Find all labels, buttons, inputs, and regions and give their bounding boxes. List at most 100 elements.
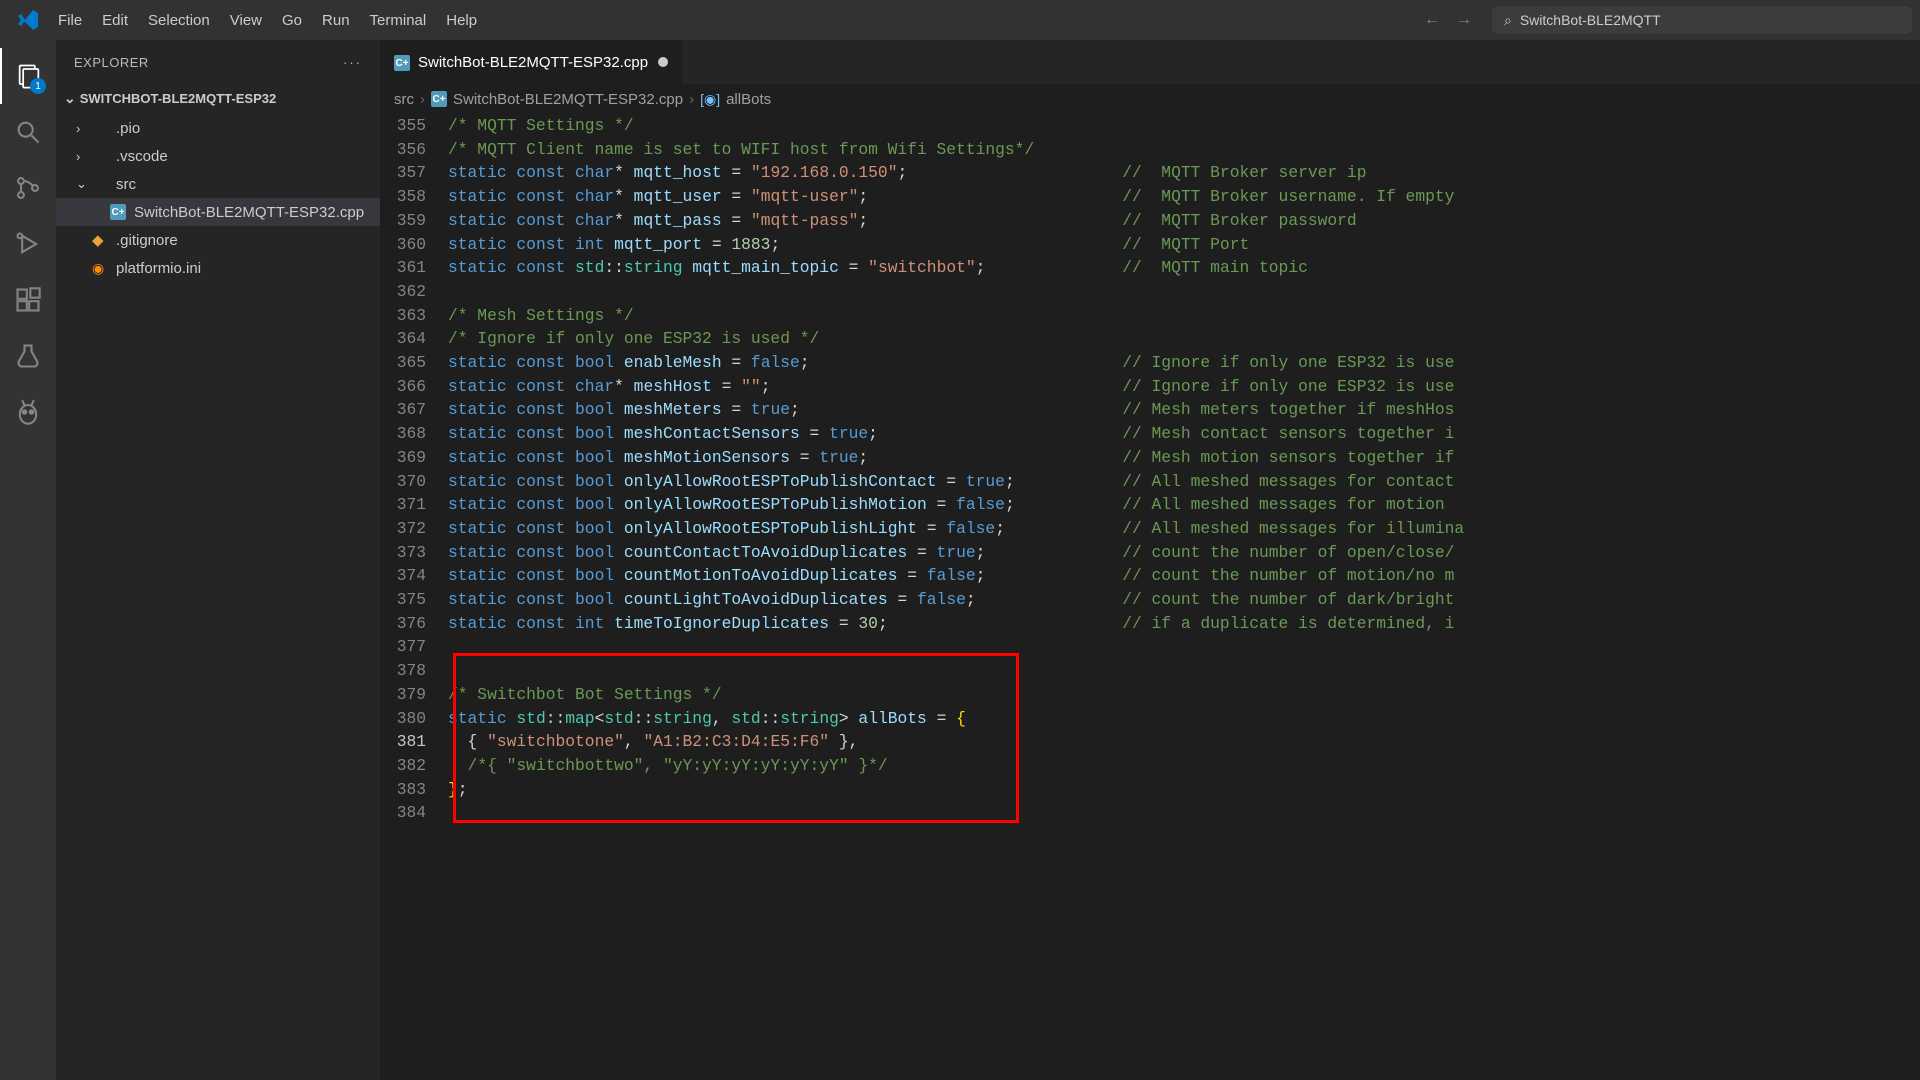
code-line: 360static const int mqtt_port = 1883; //… [380, 233, 1920, 257]
tree-label: .vscode [116, 148, 168, 165]
line-content [448, 801, 1920, 825]
code-line: 377 [380, 635, 1920, 659]
search-text: SwitchBot-BLE2MQTT [1520, 12, 1661, 28]
code-line: 373static const bool countContactToAvoid… [380, 541, 1920, 565]
menu-terminal[interactable]: Terminal [360, 12, 437, 29]
tree-label: SwitchBot-BLE2MQTT-ESP32.cpp [134, 204, 364, 221]
line-number: 374 [380, 564, 448, 588]
menu-file[interactable]: File [48, 12, 92, 29]
code-line: 371static const bool onlyAllowRootESPToP… [380, 493, 1920, 517]
code-line: 363/* Mesh Settings */ [380, 304, 1920, 328]
cpp-file-icon: C+ [394, 53, 410, 72]
code-line: 368static const bool meshContactSensors … [380, 422, 1920, 446]
nav-back-icon[interactable]: ← [1416, 11, 1448, 29]
command-center-search[interactable]: ⌕ SwitchBot-BLE2MQTT [1492, 6, 1912, 34]
menu-view[interactable]: View [220, 12, 272, 29]
menu-help[interactable]: Help [436, 12, 487, 29]
line-content: { "switchbotone", "A1:B2:C3:D4:E5:F6" }, [448, 730, 1920, 754]
file-item[interactable]: C+SwitchBot-BLE2MQTT-ESP32.cpp [56, 198, 380, 226]
activity-debug[interactable] [0, 216, 56, 272]
line-content: static const int mqtt_port = 1883; // MQ… [448, 233, 1920, 257]
line-number: 360 [380, 233, 448, 257]
nav-forward-icon[interactable]: → [1448, 11, 1480, 29]
line-number: 366 [380, 375, 448, 399]
line-content: static const bool onlyAllowRootESPToPubl… [448, 493, 1920, 517]
line-number: 369 [380, 446, 448, 470]
file-item[interactable]: ◆ .gitignore [56, 226, 380, 254]
line-content: /*{ "switchbottwo", "yY:yY:yY:yY:yY:yY" … [448, 754, 1920, 778]
line-content: static const char* mqtt_user = "mqtt-use… [448, 185, 1920, 209]
sidebar-header: EXPLORER ··· [56, 40, 380, 84]
line-number: 363 [380, 304, 448, 328]
platformio-file-icon: ◉ [92, 260, 110, 277]
folder-item[interactable]: ⌄src [56, 170, 380, 198]
chevron-right-icon: › [689, 91, 694, 108]
line-number: 365 [380, 351, 448, 375]
activity-bar: 1 [0, 40, 56, 1080]
menu-edit[interactable]: Edit [92, 12, 138, 29]
activity-platformio[interactable] [0, 384, 56, 440]
code-line: 356/* MQTT Client name is set to WIFI ho… [380, 138, 1920, 162]
folder-item[interactable]: ›.pio [56, 114, 380, 142]
symbol-variable-icon: [◉] [700, 91, 720, 108]
code-line: 364/* Ignore if only one ESP32 is used *… [380, 327, 1920, 351]
code-line: 370static const bool onlyAllowRootESPToP… [380, 470, 1920, 494]
line-number: 379 [380, 683, 448, 707]
line-content: /* MQTT Settings */ [448, 114, 1920, 138]
line-number: 376 [380, 612, 448, 636]
menu-run[interactable]: Run [312, 12, 360, 29]
code-line: 366static const char* meshHost = ""; // … [380, 375, 1920, 399]
code-line: 374static const bool countMotionToAvoidD… [380, 564, 1920, 588]
code-line: 372static const bool onlyAllowRootESPToP… [380, 517, 1920, 541]
menu-go[interactable]: Go [272, 12, 312, 29]
folder-item[interactable]: ›.vscode [56, 142, 380, 170]
file-item[interactable]: ◉platformio.ini [56, 254, 380, 282]
project-header[interactable]: ⌄ SWITCHBOT-BLE2MQTT-ESP32 [56, 84, 380, 112]
activity-extensions[interactable] [0, 272, 56, 328]
line-content: static const bool meshMotionSensors = tr… [448, 446, 1920, 470]
code-line: 380static std::map<std::string, std::str… [380, 707, 1920, 731]
editor-group: C+ SwitchBot-BLE2MQTT-ESP32.cpp src › C+… [380, 40, 1920, 1080]
line-content: static const bool meshMeters = true; // … [448, 398, 1920, 422]
line-content: static const char* mqtt_pass = "mqtt-pas… [448, 209, 1920, 233]
sidebar-title: EXPLORER [74, 55, 149, 70]
line-number: 377 [380, 635, 448, 659]
chevron-right-icon: › [420, 91, 425, 108]
code-line: 362 [380, 280, 1920, 304]
editor-tab[interactable]: C+ SwitchBot-BLE2MQTT-ESP32.cpp [380, 40, 683, 84]
line-content [448, 659, 1920, 683]
code-line: 357static const char* mqtt_host = "192.1… [380, 161, 1920, 185]
tree-label: .gitignore [116, 232, 178, 249]
code-lines: 355/* MQTT Settings */356/* MQTT Client … [380, 114, 1920, 825]
project-name: SWITCHBOT-BLE2MQTT-ESP32 [80, 91, 276, 106]
line-content: /* Ignore if only one ESP32 is used */ [448, 327, 1920, 351]
tree-label: src [116, 176, 136, 193]
breadcrumb-part[interactable]: SwitchBot-BLE2MQTT-ESP32.cpp [453, 91, 683, 108]
code-line: 359static const char* mqtt_pass = "mqtt-… [380, 209, 1920, 233]
code-editor[interactable]: 355/* MQTT Settings */356/* MQTT Client … [380, 114, 1920, 1080]
activity-explorer[interactable]: 1 [0, 48, 56, 104]
menubar: FileEditSelectionViewGoRunTerminalHelp ←… [0, 0, 1920, 40]
line-number: 357 [380, 161, 448, 185]
activity-testing[interactable] [0, 328, 56, 384]
line-content [448, 280, 1920, 304]
dirty-indicator-icon [658, 57, 668, 67]
explorer-badge: 1 [30, 78, 46, 94]
menu-selection[interactable]: Selection [138, 12, 220, 29]
line-number: 383 [380, 778, 448, 802]
line-content: /* Switchbot Bot Settings */ [448, 683, 1920, 707]
line-content: static const char* mqtt_host = "192.168.… [448, 161, 1920, 185]
line-content: static const bool countLightToAvoidDupli… [448, 588, 1920, 612]
breadcrumbs[interactable]: src › C+ SwitchBot-BLE2MQTT-ESP32.cpp › … [380, 84, 1920, 114]
line-number: 359 [380, 209, 448, 233]
breadcrumb-part[interactable]: allBots [726, 91, 771, 108]
tab-label: SwitchBot-BLE2MQTT-ESP32.cpp [418, 54, 648, 71]
chevron-down-icon: ⌄ [64, 90, 76, 107]
activity-search[interactable] [0, 104, 56, 160]
more-icon[interactable]: ··· [343, 55, 362, 70]
line-number: 384 [380, 801, 448, 825]
line-content: static const int timeToIgnoreDuplicates … [448, 612, 1920, 636]
git-file-icon: ◆ [92, 231, 110, 249]
activity-scm[interactable] [0, 160, 56, 216]
breadcrumb-part[interactable]: src [394, 91, 414, 108]
